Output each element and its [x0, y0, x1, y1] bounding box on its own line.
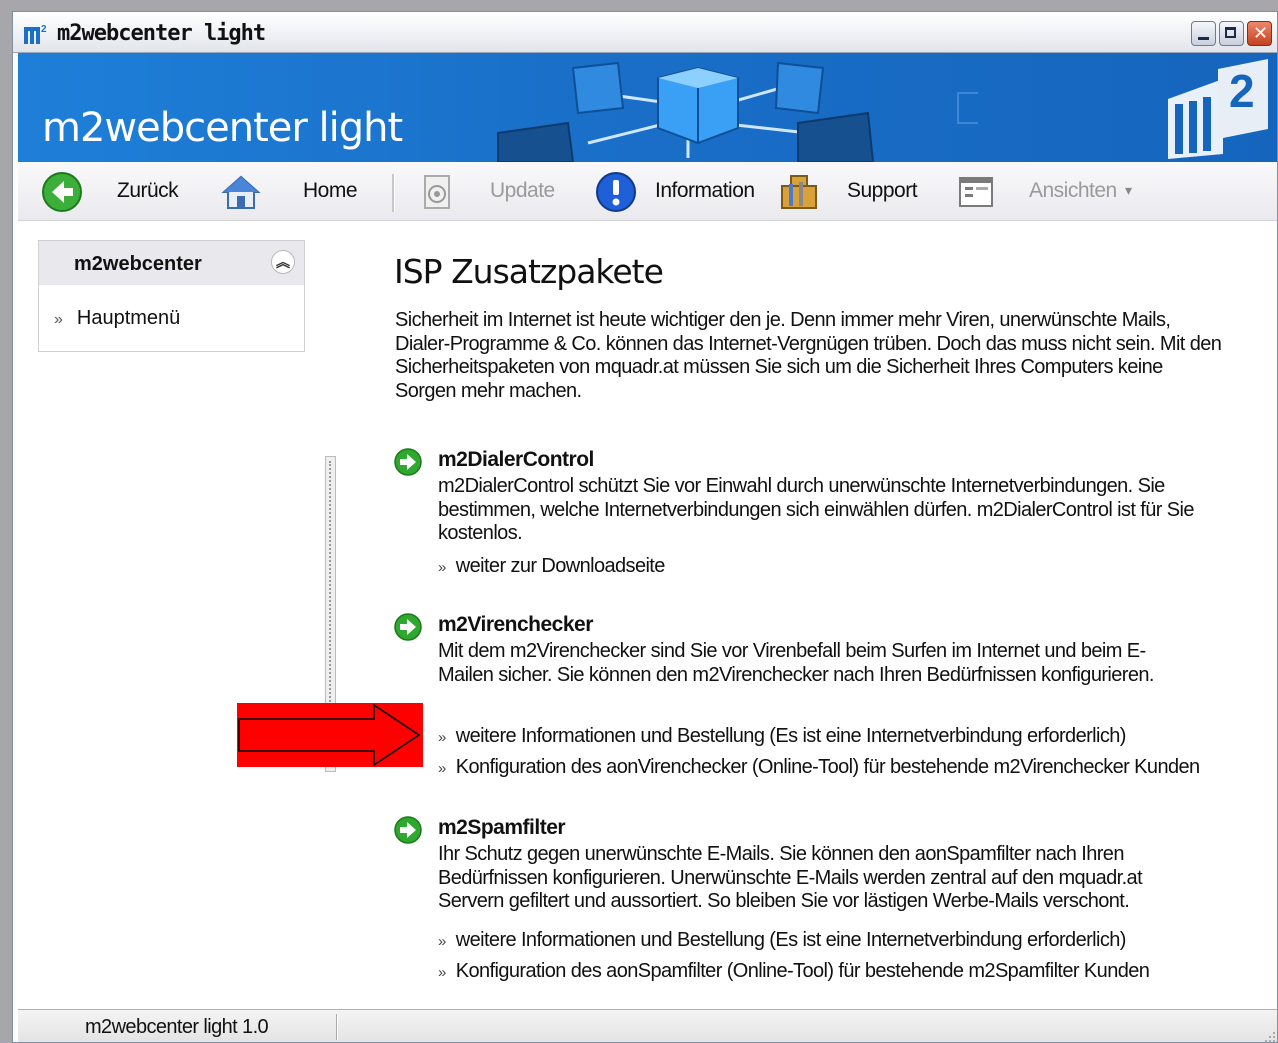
support-button[interactable]: Support: [776, 162, 926, 220]
green-arrow-icon: [394, 816, 422, 844]
section-m2spamfilter: m2Spamfilter Ihr Schutz gegen unerwünsch…: [394, 816, 1254, 986]
status-bar: m2webcenter light 1.0: [18, 1009, 1277, 1043]
download-page-link[interactable]: » weiter zur Downloadseite: [438, 555, 665, 578]
back-label: Zurück: [117, 179, 179, 202]
section-title: m2Virenchecker: [438, 613, 593, 636]
sidebar-header[interactable]: m2webcenter ︽: [39, 241, 304, 285]
minimize-button[interactable]: [1191, 21, 1216, 46]
view-window-icon: [959, 177, 993, 207]
sidebar-panel: m2webcenter ︽ » Hauptmenü: [38, 240, 305, 352]
svg-text:2: 2: [41, 24, 47, 35]
double-chevron-icon: »: [438, 933, 446, 950]
toolbar-separator: [392, 174, 395, 212]
app-window: 2 m2webcenter light ✕ m2webcenter light …: [12, 11, 1278, 1043]
double-chevron-icon: »: [54, 311, 63, 328]
virenchecker-order-link[interactable]: » weitere Informationen und Bestellung (E…: [438, 725, 1126, 748]
section-title: m2Spamfilter: [438, 816, 566, 839]
spamfilter-order-link[interactable]: » weitere Informationen und Bestellung (E…: [438, 929, 1126, 952]
section-m2virenchecker: m2Virenchecker Mit dem m2Virenchecker si…: [394, 613, 1254, 778]
section-title: m2DialerControl: [438, 448, 594, 471]
support-label: Support: [847, 179, 918, 202]
collapse-chevron-icon[interactable]: ︽: [271, 250, 295, 274]
double-chevron-icon: »: [438, 559, 446, 576]
update-label: Update: [490, 179, 555, 202]
title-bar[interactable]: 2 m2webcenter light ✕: [13, 12, 1277, 53]
home-button[interactable]: Home: [218, 162, 368, 220]
page-title: ISP Zusatzpakete: [394, 252, 664, 291]
update-icon: [424, 175, 450, 209]
app-logo-icon: 2: [24, 24, 47, 44]
red-annotation-arrow-icon: [237, 703, 423, 767]
virenchecker-config-link[interactable]: » Konfiguration des aonVirenchecker (Onli…: [438, 756, 1200, 779]
minimize-icon: [1198, 37, 1209, 40]
svg-text:2: 2: [1229, 65, 1255, 117]
close-icon: ✕: [1253, 23, 1269, 43]
banner-title: m2webcenter light: [42, 105, 403, 151]
section-description: m2DialerControl schützt Sie vor Einwahl …: [438, 475, 1195, 544]
link-label: weitere Informationen und Bestellung (Es…: [455, 725, 1127, 747]
green-arrow-icon: [394, 613, 422, 641]
link-label: weitere Informationen und Bestellung (Es…: [455, 929, 1127, 951]
link-label: weiter zur Downloadseite: [455, 555, 666, 577]
views-button[interactable]: Ansichten: [953, 162, 1143, 220]
back-arrow-icon: [42, 172, 82, 212]
link-label: Konfiguration des aonVirenchecker (Onlin…: [455, 756, 1200, 778]
home-icon: [221, 175, 261, 209]
sidebar-item-hauptmenu[interactable]: » Hauptmenü: [54, 307, 180, 330]
sidebar-item-label: Hauptmenü: [76, 307, 181, 329]
chevron-down-icon[interactable]: ▾: [1125, 182, 1132, 199]
support-tools-icon: [781, 175, 817, 209]
intro-text: Sicherheit im Internet ist heute wichtig…: [395, 309, 1222, 402]
m2-logo-icon: 2: [1168, 59, 1268, 159]
header-banner: m2webcenter light 2: [18, 53, 1277, 162]
cube-network-graphic: [497, 61, 978, 162]
maximize-button[interactable]: [1219, 21, 1244, 46]
back-button[interactable]: Zurück: [38, 162, 188, 220]
close-button[interactable]: ✕: [1247, 21, 1272, 46]
link-label: Konfiguration des aonSpamfilter (Online-…: [455, 960, 1150, 982]
maximize-icon: [1225, 27, 1236, 38]
status-separator: [336, 1014, 338, 1040]
double-chevron-icon: »: [438, 964, 446, 981]
section-description: Mit dem m2Virenchecker sind Sie vor Vire…: [438, 640, 1154, 686]
information-label: Information: [655, 179, 755, 202]
resize-grip-icon[interactable]: [1264, 1031, 1276, 1043]
home-label: Home: [303, 179, 358, 202]
double-chevron-icon: »: [438, 760, 446, 777]
info-icon: [596, 172, 636, 212]
sidebar-title: m2webcenter: [74, 253, 202, 275]
green-arrow-icon: [394, 448, 422, 476]
status-version-text: m2webcenter light 1.0: [85, 1016, 269, 1038]
toolbar: Zurück Home Update Information Support A…: [18, 162, 1277, 221]
section-m2dialercontrol: m2DialerControl m2DialerControl schützt …: [394, 448, 1254, 578]
window-title: m2webcenter light: [57, 21, 266, 46]
spamfilter-config-link[interactable]: » Konfiguration des aonSpamfilter (Online…: [438, 960, 1150, 983]
views-label: Ansichten: [1029, 179, 1117, 202]
double-chevron-icon: »: [438, 729, 446, 746]
information-button[interactable]: Information: [593, 162, 763, 220]
section-description: Ihr Schutz gegen unerwünschte E-Mails. S…: [438, 843, 1143, 912]
update-button[interactable]: Update: [413, 162, 573, 220]
